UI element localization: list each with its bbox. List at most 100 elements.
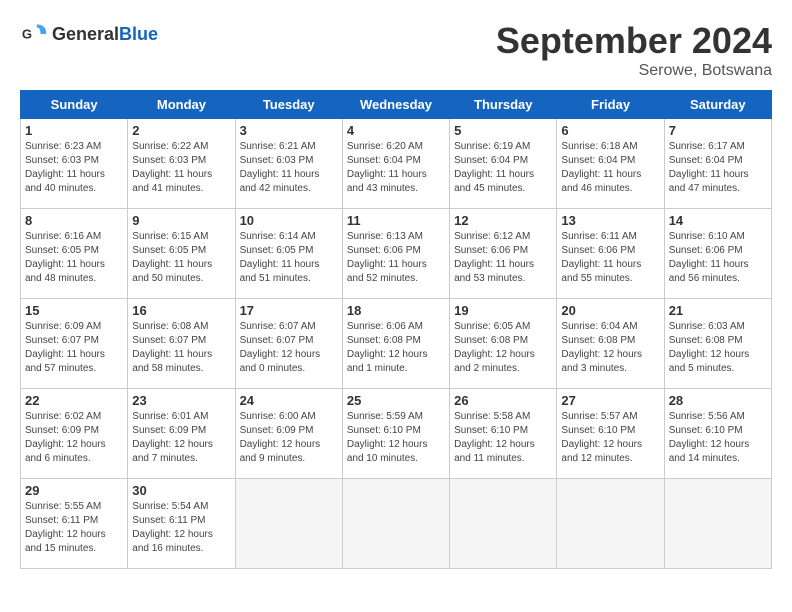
day-number: 5	[454, 123, 552, 138]
calendar-cell: 26 Sunrise: 5:58 AMSunset: 6:10 PMDayligh…	[450, 389, 557, 479]
day-info: Sunrise: 6:14 AMSunset: 6:05 PMDaylight:…	[240, 230, 338, 286]
day-info: Sunrise: 6:08 AMSunset: 6:07 PMDaylight:…	[132, 320, 230, 376]
calendar-week-row: 1 Sunrise: 6:23 AMSunset: 6:03 PMDaylight…	[21, 119, 772, 209]
day-header-tuesday: Tuesday	[235, 91, 342, 119]
calendar-cell	[557, 479, 664, 569]
day-info: Sunrise: 6:16 AMSunset: 6:05 PMDaylight:…	[25, 230, 123, 286]
day-number: 14	[669, 213, 767, 228]
calendar-cell: 20Sunrise: 6:04 AMSunset: 6:08 PMDayligh…	[557, 299, 664, 389]
calendar-week-row: 29Sunrise: 5:55 AMSunset: 6:11 PMDayligh…	[21, 479, 772, 569]
day-number: 17	[240, 303, 338, 318]
day-info: Sunrise: 6:18 AMSunset: 6:04 PMDaylight:…	[561, 140, 659, 196]
location-title: Serowe, Botswana	[496, 62, 772, 80]
calendar-cell: 27 Sunrise: 5:57 AMSunset: 6:10 PMDayligh…	[557, 389, 664, 479]
calendar-cell: 13 Sunrise: 6:11 AMSunset: 6:06 PMDayligh…	[557, 209, 664, 299]
calendar-cell: 18Sunrise: 6:06 AMSunset: 6:08 PMDayligh…	[342, 299, 449, 389]
day-number: 13	[561, 213, 659, 228]
day-number: 19	[454, 303, 552, 318]
day-number: 20	[561, 303, 659, 318]
day-info: Sunrise: 6:15 AMSunset: 6:05 PMDaylight:…	[132, 230, 230, 286]
calendar-cell: 22 Sunrise: 6:02 AMSunset: 6:09 PMDayligh…	[21, 389, 128, 479]
calendar-body: 1 Sunrise: 6:23 AMSunset: 6:03 PMDaylight…	[21, 119, 772, 569]
svg-text:G: G	[22, 27, 32, 42]
calendar-cell	[450, 479, 557, 569]
day-info: Sunrise: 6:03 AMSunset: 6:08 PMDaylight:…	[669, 320, 767, 376]
logo: G GeneralBlue	[20, 20, 158, 48]
logo-icon: G	[20, 20, 48, 48]
calendar-cell: 28 Sunrise: 5:56 AMSunset: 6:10 PMDayligh…	[664, 389, 771, 479]
day-number: 12	[454, 213, 552, 228]
calendar-cell: 29Sunrise: 5:55 AMSunset: 6:11 PMDayligh…	[21, 479, 128, 569]
calendar-cell: 1 Sunrise: 6:23 AMSunset: 6:03 PMDaylight…	[21, 119, 128, 209]
day-number: 7	[669, 123, 767, 138]
calendar-cell	[664, 479, 771, 569]
day-info: Sunrise: 6:02 AMSunset: 6:09 PMDaylight:…	[25, 410, 123, 466]
day-info: Sunrise: 6:11 AMSunset: 6:06 PMDaylight:…	[561, 230, 659, 286]
calendar-week-row: 22 Sunrise: 6:02 AMSunset: 6:09 PMDayligh…	[21, 389, 772, 479]
calendar-cell: 15Sunrise: 6:09 AMSunset: 6:07 PMDayligh…	[21, 299, 128, 389]
calendar-cell: 24 Sunrise: 6:00 AMSunset: 6:09 PMDayligh…	[235, 389, 342, 479]
day-info: Sunrise: 6:19 AMSunset: 6:04 PMDaylight:…	[454, 140, 552, 196]
day-info: Sunrise: 6:00 AMSunset: 6:09 PMDaylight:…	[240, 410, 338, 466]
day-number: 22	[25, 393, 123, 408]
day-info: Sunrise: 5:56 AMSunset: 6:10 PMDaylight:…	[669, 410, 767, 466]
day-number: 28	[669, 393, 767, 408]
day-header-thursday: Thursday	[450, 91, 557, 119]
logo-general-text: GeneralBlue	[52, 24, 158, 45]
day-number: 11	[347, 213, 445, 228]
day-number: 10	[240, 213, 338, 228]
day-number: 27	[561, 393, 659, 408]
day-info: Sunrise: 6:05 AMSunset: 6:08 PMDaylight:…	[454, 320, 552, 376]
day-header-monday: Monday	[128, 91, 235, 119]
calendar-cell	[342, 479, 449, 569]
day-number: 30	[132, 483, 230, 498]
day-info: Sunrise: 5:57 AMSunset: 6:10 PMDaylight:…	[561, 410, 659, 466]
day-info: Sunrise: 5:59 AMSunset: 6:10 PMDaylight:…	[347, 410, 445, 466]
day-number: 1	[25, 123, 123, 138]
month-title: September 2024	[496, 20, 772, 62]
calendar-cell: 7Sunrise: 6:17 AMSunset: 6:04 PMDaylight…	[664, 119, 771, 209]
day-info: Sunrise: 5:58 AMSunset: 6:10 PMDaylight:…	[454, 410, 552, 466]
calendar-cell: 23 Sunrise: 6:01 AMSunset: 6:09 PMDayligh…	[128, 389, 235, 479]
day-info: Sunrise: 6:22 AMSunset: 6:03 PMDaylight:…	[132, 140, 230, 196]
day-number: 16	[132, 303, 230, 318]
day-info: Sunrise: 6:07 AMSunset: 6:07 PMDaylight:…	[240, 320, 338, 376]
calendar-cell: 8Sunrise: 6:16 AMSunset: 6:05 PMDaylight…	[21, 209, 128, 299]
calendar-cell: 10 Sunrise: 6:14 AMSunset: 6:05 PMDayligh…	[235, 209, 342, 299]
day-number: 23	[132, 393, 230, 408]
calendar-cell: 16 Sunrise: 6:08 AMSunset: 6:07 PMDayligh…	[128, 299, 235, 389]
calendar-cell: 3Sunrise: 6:21 AMSunset: 6:03 PMDaylight…	[235, 119, 342, 209]
calendar-cell: 2 Sunrise: 6:22 AMSunset: 6:03 PMDaylight…	[128, 119, 235, 209]
day-number: 26	[454, 393, 552, 408]
calendar-week-row: 8Sunrise: 6:16 AMSunset: 6:05 PMDaylight…	[21, 209, 772, 299]
title-section: September 2024 Serowe, Botswana	[496, 20, 772, 80]
day-header-wednesday: Wednesday	[342, 91, 449, 119]
day-number: 6	[561, 123, 659, 138]
calendar-cell: 21 Sunrise: 6:03 AMSunset: 6:08 PMDayligh…	[664, 299, 771, 389]
day-header-sunday: Sunday	[21, 91, 128, 119]
day-info: Sunrise: 6:06 AMSunset: 6:08 PMDaylight:…	[347, 320, 445, 376]
calendar-cell: 17 Sunrise: 6:07 AMSunset: 6:07 PMDayligh…	[235, 299, 342, 389]
day-info: Sunrise: 6:23 AMSunset: 6:03 PMDaylight:…	[25, 140, 123, 196]
day-info: Sunrise: 6:13 AMSunset: 6:06 PMDaylight:…	[347, 230, 445, 286]
calendar-cell: 11 Sunrise: 6:13 AMSunset: 6:06 PMDayligh…	[342, 209, 449, 299]
calendar-cell	[235, 479, 342, 569]
calendar-week-row: 15Sunrise: 6:09 AMSunset: 6:07 PMDayligh…	[21, 299, 772, 389]
day-info: Sunrise: 6:10 AMSunset: 6:06 PMDaylight:…	[669, 230, 767, 286]
calendar-cell: 6 Sunrise: 6:18 AMSunset: 6:04 PMDaylight…	[557, 119, 664, 209]
day-number: 21	[669, 303, 767, 318]
day-number: 24	[240, 393, 338, 408]
calendar-header-row: SundayMondayTuesdayWednesdayThursdayFrid…	[21, 91, 772, 119]
day-number: 9	[132, 213, 230, 228]
day-info: Sunrise: 6:12 AMSunset: 6:06 PMDaylight:…	[454, 230, 552, 286]
day-number: 25	[347, 393, 445, 408]
day-number: 3	[240, 123, 338, 138]
calendar-cell: 30Sunrise: 5:54 AMSunset: 6:11 PMDayligh…	[128, 479, 235, 569]
calendar-cell: 9 Sunrise: 6:15 AMSunset: 6:05 PMDaylight…	[128, 209, 235, 299]
day-info: Sunrise: 6:09 AMSunset: 6:07 PMDaylight:…	[25, 320, 123, 376]
calendar-cell: 4Sunrise: 6:20 AMSunset: 6:04 PMDaylight…	[342, 119, 449, 209]
day-info: Sunrise: 6:01 AMSunset: 6:09 PMDaylight:…	[132, 410, 230, 466]
day-number: 29	[25, 483, 123, 498]
calendar-cell: 14 Sunrise: 6:10 AMSunset: 6:06 PMDayligh…	[664, 209, 771, 299]
day-number: 2	[132, 123, 230, 138]
